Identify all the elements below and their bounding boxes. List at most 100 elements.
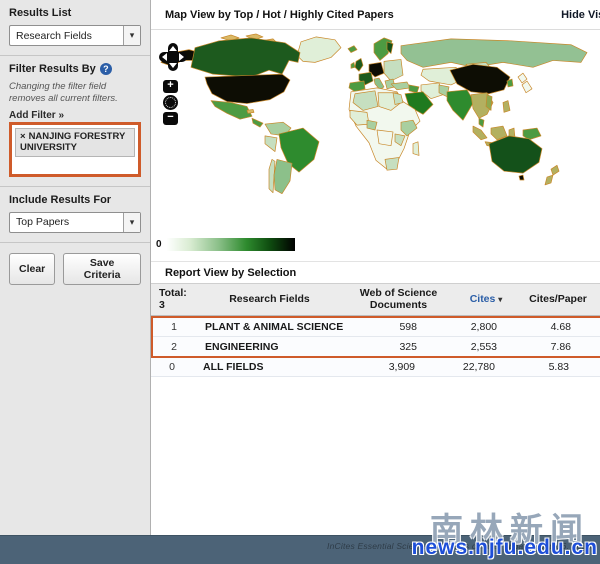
country-iraq-syria[interactable] xyxy=(409,85,419,93)
row-top-papers-bar-cell: 29 xyxy=(595,359,600,376)
row-research-field[interactable]: ENGINEERING xyxy=(195,339,348,355)
row-research-field[interactable]: ALL FIELDS xyxy=(193,359,346,375)
country-philippines[interactable] xyxy=(503,101,510,113)
results-list-section: Results List Research Fields ▾ xyxy=(0,0,150,56)
col-research-fields: Research Fields xyxy=(193,293,346,305)
filter-note: Changing the filter field removes all cu… xyxy=(9,81,141,105)
incites-esi-page: Results List Research Fields ▾ Filter Re… xyxy=(0,0,600,564)
chip-remove-icon[interactable]: × xyxy=(20,131,26,142)
country-iceland[interactable] xyxy=(348,46,357,53)
country-central-america[interactable] xyxy=(252,118,263,127)
country-south-africa[interactable] xyxy=(385,157,399,170)
table-header-row: Total:3 Research Fields Web of Science D… xyxy=(151,284,600,316)
zoom-out-button[interactable]: − xyxy=(163,112,178,125)
country-japan[interactable] xyxy=(518,73,527,83)
map-view-title: Map View by Top / Hot / Highly Cited Pap… xyxy=(165,9,394,21)
country-canada[interactable] xyxy=(191,38,300,77)
help-icon[interactable]: ? xyxy=(100,63,112,75)
map-color-legend: 0 xyxy=(156,238,295,251)
save-criteria-button[interactable]: Save Criteria xyxy=(63,253,141,285)
legend-min-value: 0 xyxy=(156,239,162,250)
filter-sidebar: Results List Research Fields ▾ Filter Re… xyxy=(0,0,151,535)
country-nz-north[interactable] xyxy=(551,165,559,175)
row-cites: 22,780 xyxy=(451,361,521,373)
report-view-title: Report View by Selection xyxy=(165,267,296,279)
row-rank: 1 xyxy=(153,321,195,333)
zoom-in-button[interactable]: + xyxy=(163,80,178,93)
row-rank: 0 xyxy=(151,361,193,373)
country-india[interactable] xyxy=(447,90,474,120)
results-list-label: Results List xyxy=(9,7,141,19)
country-madagascar[interactable] xyxy=(413,142,419,156)
sort-arrow-icon: ▾ xyxy=(498,295,502,304)
filter-by-label: Filter Results By xyxy=(9,63,96,75)
map-view-header: Map View by Top / Hot / Highly Cited Pap… xyxy=(151,0,600,30)
add-filter-link[interactable]: Add Filter » xyxy=(9,110,141,121)
country-congo[interactable] xyxy=(377,130,393,146)
app-window: Results List Research Fields ▾ Filter Re… xyxy=(0,0,600,536)
country-west-africa[interactable] xyxy=(350,110,369,125)
country-greenland[interactable] xyxy=(297,37,341,62)
results-list-value: Research Fields xyxy=(16,30,92,42)
table-body: 0 ALL FIELDS 3,909 22,780 5.83 29 xyxy=(151,358,600,377)
map-zoom-control: + − xyxy=(162,80,179,125)
country-nigeria[interactable] xyxy=(367,120,377,130)
chevron-down-icon: ▾ xyxy=(123,213,140,232)
globe-reset-button[interactable] xyxy=(163,95,178,110)
report-view-header: Report View by Selection Customize xyxy=(151,262,600,284)
country-ireland[interactable] xyxy=(351,62,355,68)
watermark-url: news.njfu.edu.cn xyxy=(412,536,598,560)
hide-visualization-link[interactable]: Hide Visualization xyxy=(561,9,600,21)
country-tasmania[interactable] xyxy=(519,175,524,180)
country-malaysia[interactable] xyxy=(479,118,484,127)
chip-label: NANJING FORESTRY UNIVERSITY xyxy=(20,131,125,153)
filter-chip-nanjing-forestry-university[interactable]: ×NANJING FORESTRY UNIVERSITY xyxy=(15,128,135,157)
table-row[interactable]: 1 PLANT & ANIMAL SCIENCE 598 2,800 4.68 … xyxy=(153,318,600,337)
country-caribbean[interactable] xyxy=(247,109,254,113)
total-count: Total:3 xyxy=(151,287,193,311)
legend-gradient-bar xyxy=(167,238,295,251)
row-wos-documents: 325 xyxy=(348,341,453,353)
row-rank: 2 xyxy=(153,341,195,353)
country-australia[interactable] xyxy=(489,136,542,173)
row-cites-per-paper: 4.68 xyxy=(523,321,597,333)
country-egypt[interactable] xyxy=(393,93,403,105)
country-argentina[interactable] xyxy=(274,159,292,193)
country-japan[interactable] xyxy=(522,81,532,93)
row-wos-documents: 3,909 xyxy=(346,361,451,373)
col-top-papers: Top Papers xyxy=(595,293,600,305)
row-cites: 2,553 xyxy=(453,341,523,353)
country-eastern-europe[interactable] xyxy=(384,59,403,81)
table-row[interactable]: 2 ENGINEERING 325 2,553 7.86 9 xyxy=(153,337,600,356)
selected-rows-highlight: 1 PLANT & ANIMAL SCIENCE 598 2,800 4.68 … xyxy=(151,316,600,358)
country-russia[interactable] xyxy=(401,39,587,67)
country-china[interactable] xyxy=(450,64,510,93)
row-research-field[interactable]: PLANT & ANIMAL SCIENCE xyxy=(195,319,348,335)
choropleth-world-map[interactable] xyxy=(151,32,599,228)
include-results-value: Top Papers xyxy=(16,216,69,228)
map-navigation-controls: + − xyxy=(158,42,188,125)
col-wos-documents: Web of Science Documents xyxy=(346,287,451,311)
clear-button[interactable]: Clear xyxy=(9,253,55,285)
row-wos-documents: 598 xyxy=(348,321,453,333)
country-peru[interactable] xyxy=(265,136,277,152)
chevron-down-icon: ▾ xyxy=(123,26,140,45)
col-cites-per-paper: Cites/Paper xyxy=(521,293,595,305)
include-results-select[interactable]: Top Papers ▾ xyxy=(9,212,141,233)
map-pan-control[interactable] xyxy=(158,42,188,72)
country-sumatra[interactable] xyxy=(473,126,487,140)
country-usa[interactable] xyxy=(205,74,290,103)
include-results-section: Include Results For Top Papers ▾ xyxy=(0,187,150,243)
results-list-select[interactable]: Research Fields ▾ xyxy=(9,25,141,46)
col-cites-sortable[interactable]: Cites ▾ xyxy=(451,293,521,305)
active-filter-box: ×NANJING FORESTRY UNIVERSITY xyxy=(9,122,141,177)
results-table: Total:3 Research Fields Web of Science D… xyxy=(151,284,600,377)
sidebar-buttons: Clear Save Criteria xyxy=(0,243,150,295)
table-row[interactable]: 0 ALL FIELDS 3,909 22,780 5.83 29 xyxy=(151,358,600,377)
row-cites: 2,800 xyxy=(453,321,523,333)
country-nz-south[interactable] xyxy=(545,175,553,185)
filter-by-section: Filter Results By ? Changing the filter … xyxy=(0,56,150,187)
world-map-region: + − 0 xyxy=(151,30,600,262)
country-uk[interactable] xyxy=(355,58,363,71)
row-cites-per-paper: 5.83 xyxy=(521,361,595,373)
